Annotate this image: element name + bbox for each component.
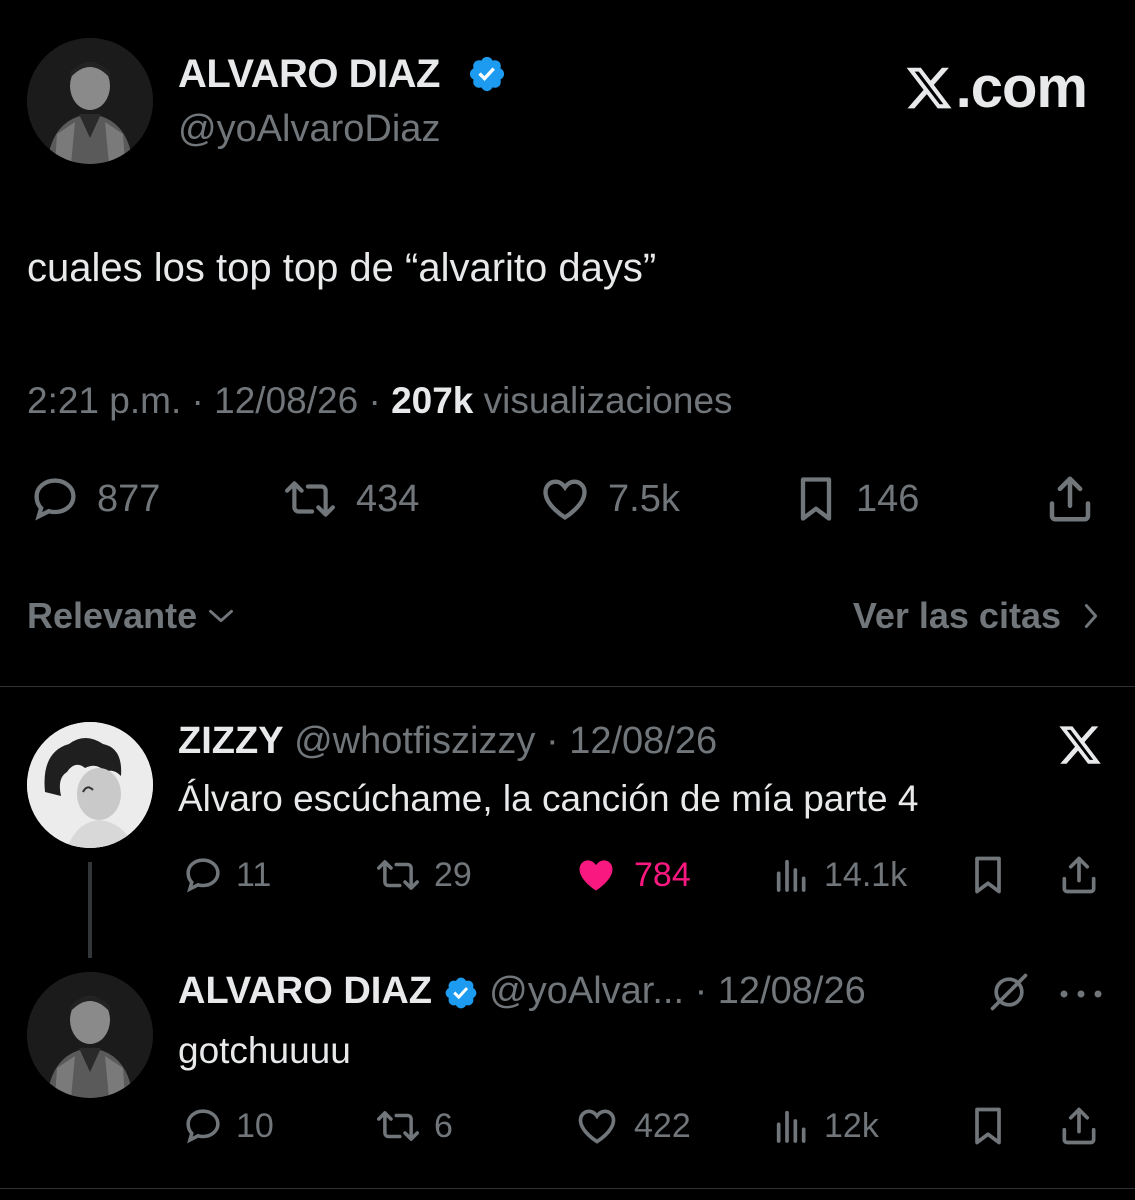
reply-count: 11 — [236, 855, 272, 894]
brand-watermark: .com — [904, 54, 1088, 121]
tweet-date[interactable]: 12/08/26 — [214, 380, 358, 421]
author-avatar[interactable] — [27, 38, 153, 164]
brand-text: .com — [955, 55, 1088, 120]
bookmark-button[interactable]: 146 — [790, 472, 919, 526]
author-handle[interactable]: @yoAlvaroDiaz — [178, 108, 440, 151]
meta-separator: · — [535, 720, 570, 762]
x-logo-icon — [1059, 726, 1101, 764]
views-count: 207k — [391, 380, 474, 421]
sort-label: Relevante — [27, 595, 198, 636]
reply-header: ZIZZY @whotfiszizzy · 12/08/26 — [178, 720, 717, 763]
reply-count: 10 — [236, 1106, 274, 1145]
reply-date[interactable]: 12/08/26 — [569, 720, 717, 762]
heart-icon — [543, 479, 587, 520]
section-divider — [0, 686, 1135, 687]
share-button[interactable] — [1056, 853, 1102, 897]
tweet-meta: 2:21 p.m. · 12/08/26 · 207k visualizacio… — [27, 380, 733, 422]
more-icon[interactable] — [1058, 988, 1104, 1000]
repost-icon — [377, 1111, 419, 1141]
repost-icon — [285, 481, 335, 517]
comment-icon — [186, 858, 220, 893]
repost-count: 29 — [434, 855, 472, 894]
comment-icon — [34, 478, 76, 521]
heart-icon — [578, 1109, 616, 1144]
reply-header: ALVARO DIAZ @yoAlvar... · 12/08/26 — [178, 970, 866, 1013]
bookmark-button[interactable] — [966, 853, 1010, 897]
reply-author-handle[interactable]: @yoAlvar... — [489, 970, 684, 1012]
reply-author-name[interactable]: ALVARO DIAZ — [178, 970, 432, 1012]
bookmark-icon — [975, 856, 1001, 894]
like-button[interactable]: 7.5k — [536, 472, 680, 526]
sort-dropdown[interactable]: Relevante — [27, 595, 235, 637]
x-logo-icon — [906, 67, 952, 108]
repost-button[interactable]: 434 — [278, 472, 419, 526]
views-button[interactable]: 14.1k — [772, 853, 907, 897]
meta-separator: · — [684, 970, 718, 1012]
repost-count: 6 — [434, 1106, 453, 1145]
reply-text: Álvaro escúchame, la canción de mía part… — [178, 778, 919, 819]
bookmark-icon — [975, 1107, 1001, 1145]
repost-button[interactable]: 29 — [372, 853, 472, 897]
verified-badge-icon — [469, 56, 505, 92]
bookmark-count: 146 — [856, 477, 920, 520]
meta-separator: · — [191, 380, 215, 421]
share-button[interactable] — [1042, 472, 1098, 526]
heart-icon — [579, 860, 613, 891]
tweet-time[interactable]: 2:21 p.m. — [27, 380, 181, 421]
chevron-down-icon — [209, 609, 234, 623]
tweet-detail-page: ALVARO DIAZ @yoAlvaroDiaz .com cuales lo… — [0, 0, 1135, 1200]
tweet-text: cuales los top top de “alvarito days” — [27, 246, 657, 290]
meta-separator: · — [368, 380, 392, 421]
repost-icon — [377, 860, 419, 890]
bookmark-button[interactable] — [966, 1104, 1010, 1148]
section-divider — [0, 1188, 1135, 1189]
reply-author-handle[interactable]: @whotfiszizzy — [294, 720, 535, 762]
share-icon — [1062, 1107, 1096, 1145]
views-count: 12k — [824, 1106, 879, 1145]
views-icon — [776, 859, 806, 892]
share-button[interactable] — [1056, 1104, 1102, 1148]
reply-count: 877 — [97, 477, 161, 520]
reply-button[interactable]: 877 — [27, 472, 160, 526]
verified-badge-icon — [445, 977, 476, 1009]
repost-button[interactable]: 6 — [372, 1104, 453, 1148]
reply-button[interactable]: 10 — [180, 1104, 274, 1148]
like-count: 784 — [634, 855, 691, 894]
reply-text: gotchuuuu — [178, 1030, 351, 1071]
like-button[interactable]: 422 — [574, 1104, 691, 1148]
bookmark-icon — [800, 477, 832, 521]
reply-avatar[interactable] — [27, 972, 153, 1098]
thread-line — [88, 862, 92, 958]
like-button[interactable]: 784 — [572, 853, 691, 897]
views-icon — [776, 1110, 806, 1143]
reply-button[interactable]: 11 — [180, 853, 271, 897]
reply-avatar[interactable] — [27, 722, 153, 848]
views-button[interactable]: 12k — [772, 1104, 879, 1148]
reply-author-name[interactable]: ZIZZY — [178, 720, 284, 762]
view-quotes-link[interactable]: Ver las citas — [853, 595, 1099, 637]
reply-date[interactable]: 12/08/26 — [718, 970, 866, 1012]
comment-icon — [186, 1109, 220, 1144]
like-count: 7.5k — [608, 477, 680, 520]
chevron-right-icon — [1084, 604, 1098, 628]
view-quotes-label: Ver las citas — [852, 595, 1061, 636]
share-icon — [1062, 856, 1096, 894]
grok-icon[interactable] — [987, 970, 1031, 1014]
author-name[interactable]: ALVARO DIAZ — [178, 52, 440, 97]
views-label: visualizaciones — [483, 380, 733, 421]
like-count: 422 — [634, 1106, 691, 1145]
views-count: 14.1k — [824, 855, 908, 894]
repost-count: 434 — [356, 477, 420, 520]
share-icon — [1049, 476, 1091, 522]
